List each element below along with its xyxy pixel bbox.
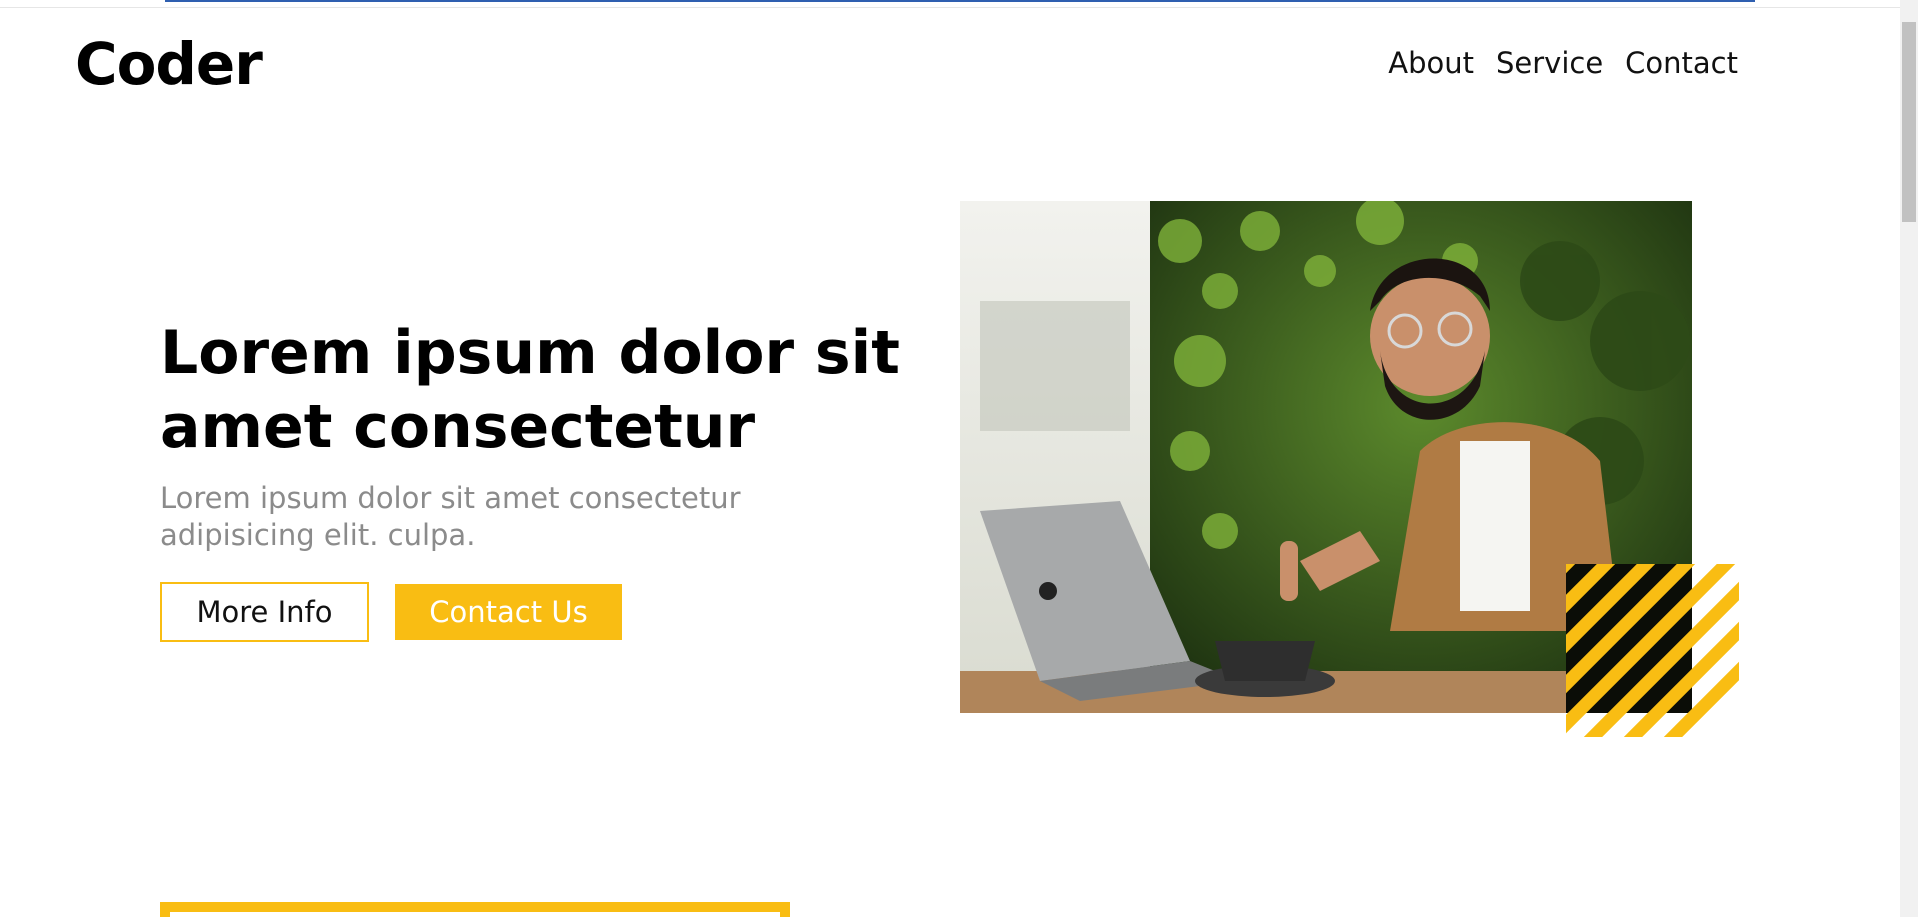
main-nav: About Service Contact	[1388, 46, 1738, 80]
nav-service-link[interactable]: Service	[1496, 46, 1603, 80]
page-load-progress-bar	[165, 0, 1755, 2]
hero-title-line-2: amet consectetur	[160, 392, 756, 462]
nav-about-link[interactable]: About	[1388, 46, 1474, 80]
site-logo[interactable]: Coder	[75, 30, 263, 98]
nav-contact-link[interactable]: Contact	[1625, 46, 1738, 80]
more-info-button[interactable]: More Info	[160, 582, 369, 642]
header-divider	[0, 7, 1900, 8]
hero-subtitle-line-1: Lorem ipsum dolor sit amet consectetur	[160, 481, 741, 515]
striped-decoration	[1566, 564, 1739, 737]
scrollbar-thumb[interactable]	[1902, 22, 1916, 222]
vertical-scrollbar[interactable]	[1900, 0, 1918, 917]
hero-title: Lorem ipsum dolor sit amet consectetur	[160, 316, 920, 464]
hero-subtitle-line-2: adipisicing elit. culpa.	[160, 518, 476, 552]
next-section-frame	[160, 902, 790, 917]
contact-us-button[interactable]: Contact Us	[395, 584, 622, 640]
hero-title-line-1: Lorem ipsum dolor sit	[160, 318, 900, 388]
hero-subtitle: Lorem ipsum dolor sit amet consectetur a…	[160, 480, 820, 554]
